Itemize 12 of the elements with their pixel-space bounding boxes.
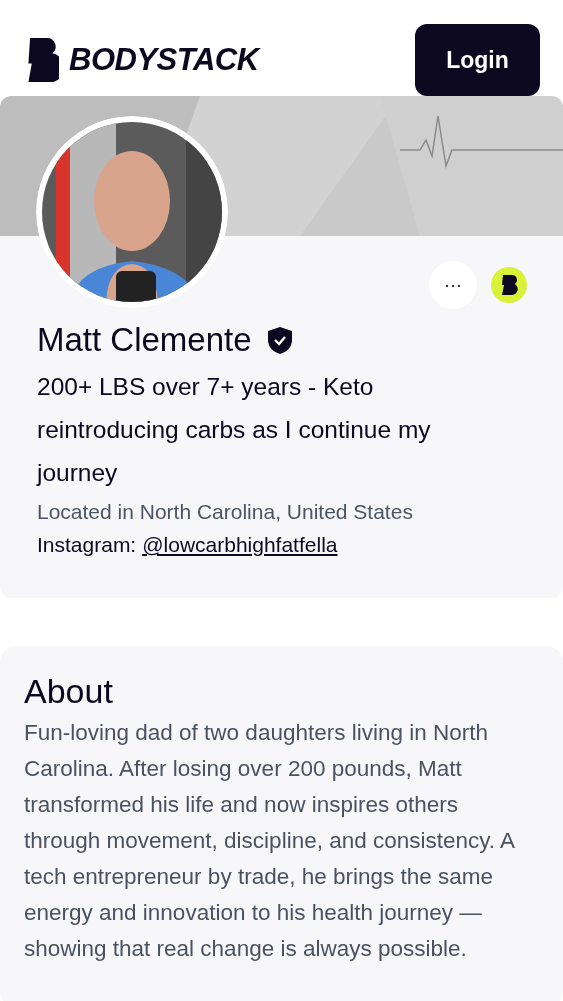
logo-icon xyxy=(491,267,527,303)
instagram-link[interactable]: @lowcarbhighfatfella xyxy=(142,528,338,562)
about-text: Fun-loving dad of two daughters living in North Carolina. After losing over 200 pounds, Matt transformed his life and now inspires others through movement, discipline, and consistency. A tech entrepreneur by trade, he brings the same energy and innovation to his health journey — showing that real change is always possible. xyxy=(24,719,516,963)
login-button[interactable]: Login xyxy=(415,24,540,96)
logo-text: BODYSTACK xyxy=(69,42,259,78)
profile-name: Matt Clemente xyxy=(37,321,252,359)
profile-bio: 200+ LBS over 7+ years - Keto reintroducing carbs as I continue my journey xyxy=(37,372,432,488)
more-button[interactable]: ··· xyxy=(429,261,477,309)
instagram-label: Instagram: xyxy=(37,532,137,558)
about-title: About xyxy=(24,672,114,711)
logo-icon xyxy=(25,37,59,83)
location-text: Located in North Carolina, United States xyxy=(37,499,414,525)
